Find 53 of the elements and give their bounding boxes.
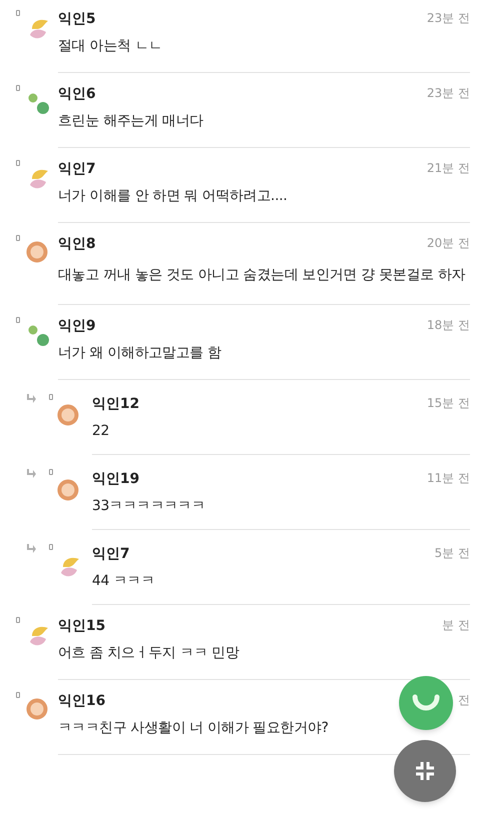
- timestamp: 18분 전: [426, 317, 470, 334]
- timestamp: 분 전: [442, 617, 470, 634]
- marker-icon: [16, 160, 20, 166]
- timestamp: 15분 전: [426, 395, 470, 412]
- marker-icon: [16, 10, 20, 16]
- timestamp: 20분 전: [426, 235, 470, 252]
- comment-text: 대놓고 꺼내 놓은 것도 아니고 숨겼는데 보인거면 걍 못본걸로 하자: [58, 266, 466, 285]
- ring-icon: [26, 698, 48, 720]
- reply-arrow-icon: [25, 544, 37, 554]
- comment-text: 너가 왜 이해하고말고를 함: [58, 344, 222, 363]
- marker-icon: [16, 617, 20, 623]
- marker-icon: [49, 544, 53, 550]
- reply-arrow-icon: [25, 469, 37, 479]
- reply-arrow-icon: [25, 394, 37, 404]
- comment-text: ㅋㅋㅋ친구 사생활이 너 이해가 필요한거야?: [58, 719, 330, 738]
- comment-text: 절대 아는척 ㄴㄴ: [58, 37, 164, 56]
- timestamp: 23분 전: [426, 10, 470, 27]
- comment-text: 너가 이해를 안 하면 뭐 어떡하려고....: [58, 187, 288, 206]
- timestamp: 5분 전: [434, 545, 470, 562]
- timestamp: 21분 전: [426, 160, 470, 177]
- author-name: 익인6: [58, 85, 96, 104]
- author-name: 익인5: [58, 10, 96, 29]
- comment-text: 44 ㅋㅋㅋ: [92, 572, 156, 591]
- author-name: 익인7: [58, 160, 96, 179]
- dots-icon: [26, 323, 52, 349]
- collapse-icon: [415, 761, 435, 781]
- ring-icon: [57, 404, 79, 426]
- marker-icon: [16, 235, 20, 241]
- marker-icon: [16, 692, 20, 698]
- ring-icon: [57, 479, 79, 501]
- author-name: 익인15: [58, 617, 106, 636]
- marker-icon: [16, 85, 20, 91]
- comment-text: 어흐 좀 치으ㅓ두지 ㅋㅋ 민망: [58, 644, 240, 663]
- collapse-button[interactable]: [394, 740, 456, 802]
- comment-text: 22: [92, 422, 110, 441]
- comment-text: 흐린눈 해주는게 매너다: [58, 112, 204, 131]
- marker-icon: [16, 317, 20, 323]
- comment-text: 33ㅋㅋㅋㅋㅋㅋㅋ: [92, 497, 206, 516]
- marker-icon: [49, 469, 53, 475]
- author-name: 익인12: [92, 395, 140, 414]
- ring-icon: [26, 241, 48, 263]
- timestamp: 23분 전: [426, 85, 470, 102]
- timestamp: 11분 전: [426, 470, 470, 487]
- emoji-button[interactable]: [399, 676, 453, 730]
- author-name: 익인16: [58, 692, 106, 711]
- marker-icon: [49, 394, 53, 400]
- author-name: 익인8: [58, 235, 96, 254]
- smile-icon: [412, 694, 440, 712]
- author-name: 익인7: [92, 545, 130, 564]
- timestamp: 전: [458, 692, 470, 709]
- author-name: 익인19: [92, 470, 140, 489]
- dots-icon: [26, 91, 52, 117]
- author-name: 익인9: [58, 317, 96, 336]
